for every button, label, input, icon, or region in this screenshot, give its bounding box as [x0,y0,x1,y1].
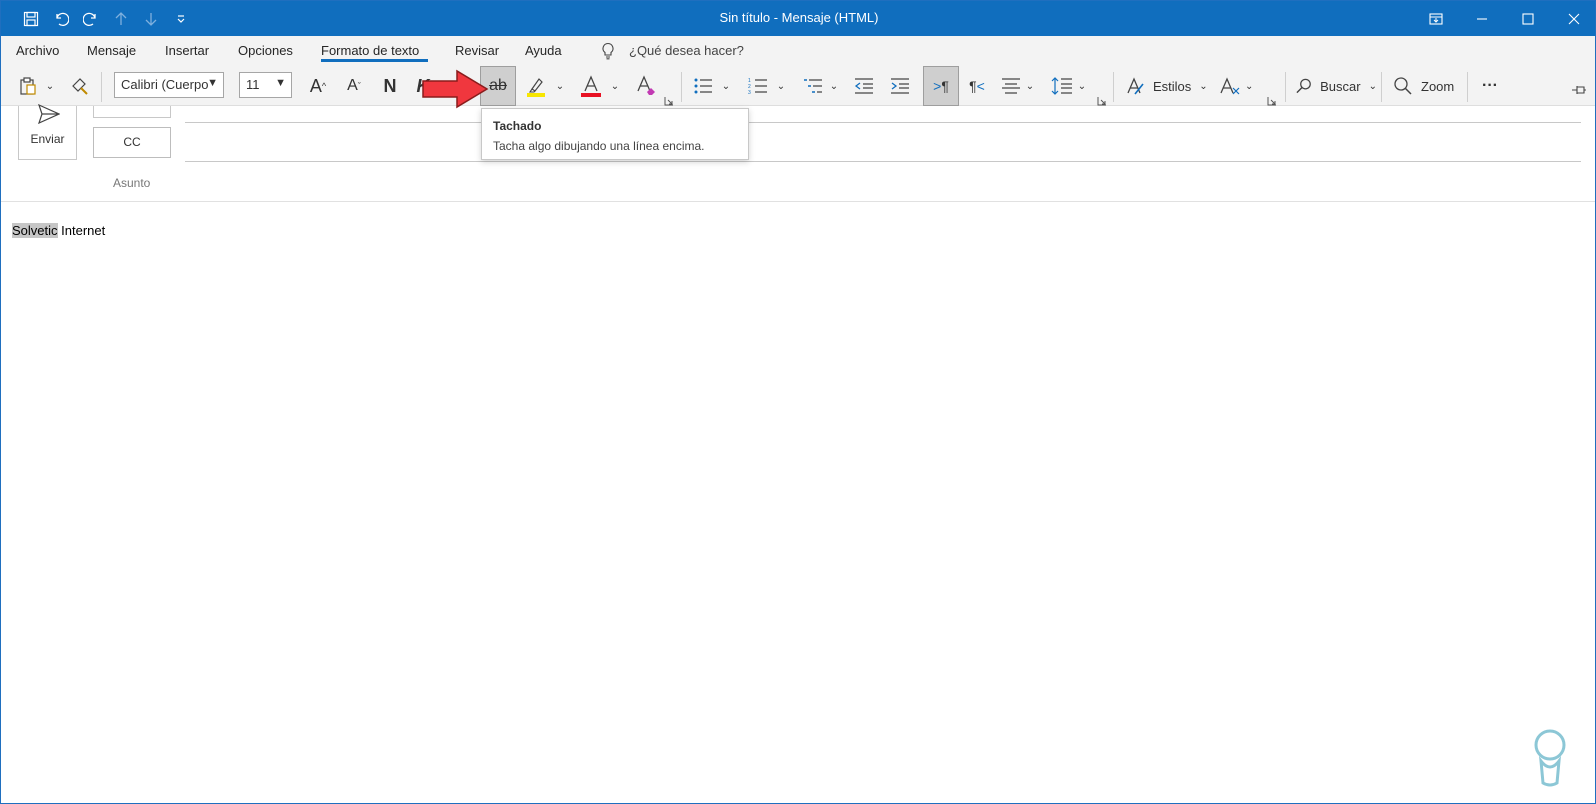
chevron-down-icon: ⌄ [1368,80,1377,92]
highlight-icon[interactable] [523,70,549,102]
grow-font-icon[interactable]: A ^ [305,70,331,102]
close-icon[interactable] [1551,1,1595,36]
font-name-value: Calibri (Cuerpo [121,77,209,92]
zoom-icon [1394,77,1412,95]
ribbon-separator [1285,72,1286,102]
send-icon [38,104,60,124]
to-field-line[interactable] [185,122,1581,123]
ribbon-tabs: Archivo Mensaje Insertar Opciones Format… [1,36,1595,66]
outlook-compose-window: Sin título - Mensaje (HTML) Archivo Mens… [0,0,1596,804]
ribbon-toolbar: ⌄ Calibri (Cuerpo ▼ 11 ▼ A^ Aˇ N K S ab … [1,66,1595,106]
numbering-icon[interactable]: 123 [746,70,770,102]
selected-text[interactable]: Solvetic [12,223,58,238]
shrink-font-icon[interactable]: Aˇ [341,70,367,102]
tab-mensaje[interactable]: Mensaje [87,43,136,58]
send-button[interactable]: Enviar [18,104,77,160]
tab-formato-de-texto[interactable]: Formato de texto [321,43,419,58]
tab-archivo[interactable]: Archivo [16,43,59,58]
chevron-down-icon: ▼ [207,77,218,89]
left-to-right-text-icon[interactable]: > ¶ [923,66,959,106]
align-dropdown-chevron-icon[interactable]: ⌄ [1023,70,1037,102]
minimize-icon[interactable] [1459,1,1505,36]
window-title: Sin título - Mensaje (HTML) [719,10,879,25]
font-color-icon[interactable] [578,70,604,102]
format-painter-icon[interactable] [67,70,93,102]
ribbon-separator [681,72,682,102]
message-body[interactable]: Solvetic Internet [12,223,105,238]
ribbon-separator [101,72,102,102]
search-icon [1296,78,1311,94]
ribbon-separator [1113,72,1114,102]
lightbulb-icon [601,42,615,65]
increase-indent-icon[interactable] [887,70,913,102]
chevron-down-icon: ⌄ [1245,80,1254,92]
strikethrough-tooltip: Tachado Tacha algo dibujando una línea e… [481,108,749,160]
paragraph-dialog-launcher-icon[interactable] [1097,93,1107,106]
ribbon-separator [1381,72,1382,102]
center-align-icon[interactable] [999,70,1023,102]
chevron-down-icon: ⌄ [1199,80,1208,92]
red-pointer-arrow-icon [422,69,489,109]
to-button[interactable] [93,106,171,118]
clear-formatting-icon[interactable] [633,70,659,102]
zoom-button[interactable]: Zoom [1393,70,1465,102]
watermark-logo-icon [1534,729,1566,787]
paste-icon[interactable] [13,70,43,102]
window-controls [1413,1,1595,36]
find-button[interactable]: Buscar ⌄ [1295,70,1377,102]
chevron-down-icon: ▼ [275,77,286,89]
change-styles-button[interactable]: ⌄ [1219,70,1263,102]
tab-revisar[interactable]: Revisar [455,43,499,58]
font-dialog-launcher-icon[interactable] [664,93,674,106]
find-label: Buscar [1320,78,1361,94]
ribbon-display-options-icon[interactable] [1413,1,1459,36]
numbering-dropdown-chevron-icon[interactable]: ⌄ [774,70,788,102]
ribbon-separator [1467,72,1468,102]
tooltip-description: Tacha algo dibujando una línea encima. [493,139,705,153]
pin-ribbon-icon[interactable] [1569,80,1589,100]
bullets-icon[interactable] [691,70,715,102]
bullets-dropdown-chevron-icon[interactable]: ⌄ [719,70,733,102]
active-tab-indicator [321,59,428,62]
zoom-label: Zoom [1421,78,1455,94]
tooltip-title: Tachado [493,119,542,133]
change-styles-icon [1220,77,1240,95]
tab-ayuda[interactable]: Ayuda [525,43,562,58]
send-label: Enviar [30,132,65,146]
multilevel-list-icon[interactable] [801,70,825,102]
styles-button[interactable]: Estilos ⌄ [1125,70,1215,102]
title-bar: Sin título - Mensaje (HTML) [1,1,1595,36]
font-name-combo[interactable]: Calibri (Cuerpo ▼ [114,72,224,98]
decrease-indent-icon[interactable] [851,70,877,102]
styles-dialog-launcher-icon[interactable] [1267,93,1277,106]
bold-button[interactable]: N [377,70,403,102]
multilevel-dropdown-chevron-icon[interactable]: ⌄ [827,70,841,102]
subject-label: Asunto [113,176,151,190]
body-text-rest[interactable]: Internet [58,223,105,238]
font-color-dropdown-chevron-icon[interactable]: ⌄ [608,70,622,102]
styles-label: Estilos [1153,78,1192,94]
tab-insertar[interactable]: Insertar [165,43,209,58]
highlight-color-swatch [527,93,545,97]
line-spacing-dropdown-chevron-icon[interactable]: ⌄ [1075,70,1089,102]
font-size-combo[interactable]: 11 ▼ [239,72,292,98]
maximize-icon[interactable] [1505,1,1551,36]
more-options-button[interactable]: ··· [1477,70,1503,102]
paste-dropdown-chevron-icon[interactable]: ⌄ [43,70,57,102]
styles-icon [1127,77,1144,95]
tab-opciones[interactable]: Opciones [238,43,293,58]
svg-text:3: 3 [748,90,751,95]
font-size-value: 11 [246,77,260,92]
cc-button[interactable]: CC [93,127,171,158]
cc-field-line[interactable] [185,161,1581,162]
line-spacing-icon[interactable] [1049,70,1075,102]
right-to-left-text-icon[interactable]: ¶ < [964,70,990,102]
tell-me-search[interactable]: ¿Qué desea hacer? [629,43,744,58]
highlight-dropdown-chevron-icon[interactable]: ⌄ [553,70,567,102]
subject-field-line[interactable] [1,201,1595,202]
